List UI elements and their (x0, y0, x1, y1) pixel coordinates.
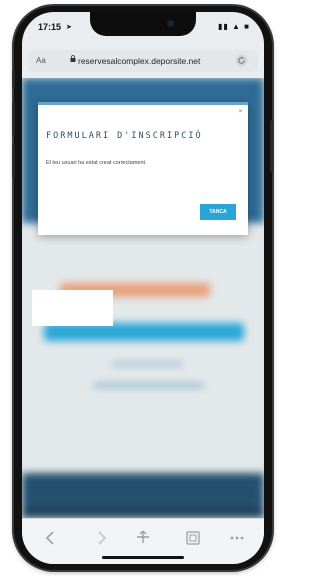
link-line (94, 383, 204, 388)
close-icon[interactable]: ˟ (239, 108, 242, 118)
text-size-button[interactable]: Aa (36, 56, 46, 65)
dialog-message: El teu usuari ha estat creat correctamen… (46, 160, 147, 166)
back-icon[interactable] (42, 529, 60, 547)
power-button (270, 120, 273, 172)
address-bar[interactable]: Aa reservesalcomplex.deporsite.net (28, 50, 258, 72)
silent-switch (12, 70, 15, 88)
bookmarks-icon[interactable] (184, 529, 202, 547)
share-icon[interactable] (134, 529, 152, 547)
page-footer-bottom (22, 508, 264, 518)
status-icons: ▮▮ ▲ ■ (218, 22, 250, 31)
browser-toolbar (22, 518, 264, 564)
phone-screen: 17:15 ➤ ▮▮ ▲ ■ Aa reservesalcomplex.depo… (22, 12, 264, 564)
home-indicator (102, 556, 184, 559)
close-button[interactable]: TANCA (200, 204, 236, 220)
registration-dialog: ˟ FORMULARI D'INSCRIPCIÓ El teu usuari h… (38, 102, 248, 235)
lock-icon (70, 55, 76, 62)
notch (90, 12, 196, 36)
forward-icon[interactable] (92, 529, 110, 547)
status-time: 17:15 (38, 22, 62, 32)
location-icon: ➤ (66, 24, 72, 31)
camera-icon (167, 20, 174, 27)
redaction-box (32, 290, 113, 326)
dialog-title: FORMULARI D'INSCRIPCIÓ (46, 131, 203, 141)
tabs-icon[interactable] (228, 529, 246, 547)
volume-down-button (12, 144, 15, 178)
page-body (22, 223, 264, 473)
link-line (112, 362, 182, 366)
volume-up-button (12, 102, 15, 136)
url-text[interactable]: reservesalcomplex.deporsite.net (78, 56, 200, 66)
reload-icon[interactable] (235, 54, 248, 67)
